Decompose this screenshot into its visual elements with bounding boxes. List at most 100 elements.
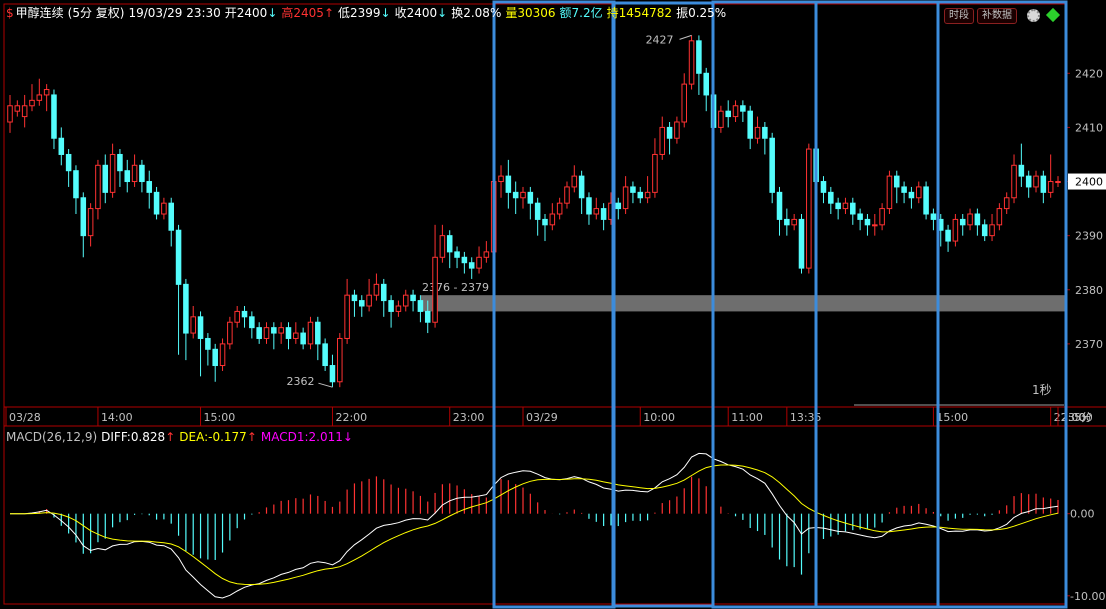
candle-body: [227, 321, 233, 345]
candle-body: [967, 213, 973, 226]
candle-body: [688, 40, 695, 85]
candle-body: [534, 202, 541, 220]
dea-line: [10, 464, 1059, 586]
candle-body: [315, 321, 321, 345]
chart-canvas: 2376 - 2379 2427 2362 2370 2380 2390 2400 2410…: [3, 0, 1106, 609]
candle-body: [762, 126, 768, 139]
candle-body: [996, 208, 1003, 226]
candle-body: [7, 105, 13, 123]
last-price-label: 2400: [1075, 176, 1103, 189]
dea-value: DEA:-0.177↑: [179, 430, 257, 444]
candle-body: [21, 105, 28, 118]
candle-body: [644, 191, 651, 199]
candle-body: [806, 148, 812, 269]
candle-body: [828, 191, 834, 204]
candle-body: [930, 213, 937, 220]
candle-body: [183, 283, 189, 334]
up-arrow-icon: ↑: [165, 430, 176, 444]
amount-value: 额7.2亿: [559, 6, 603, 20]
candle-body: [175, 229, 182, 285]
candle-body: [58, 137, 65, 155]
candle-body: [73, 170, 79, 199]
dollar-icon: $: [6, 6, 14, 20]
candle-body: [256, 327, 262, 339]
candle-body: [285, 327, 292, 339]
diff-line: [10, 452, 1059, 599]
candle-body: [842, 202, 849, 210]
period-tab: 5分: [1074, 411, 1092, 424]
candle-body: [300, 332, 306, 345]
candle-body: [696, 40, 702, 74]
candle-body: [637, 191, 644, 199]
candle-body: [212, 348, 218, 367]
diff-value: DIFF:0.828↑: [101, 430, 176, 444]
candle-body: [564, 186, 570, 204]
price-tick-label: 2410: [1075, 121, 1103, 134]
candle-body: [725, 110, 731, 118]
candle-body: [505, 175, 512, 193]
candle-body: [14, 105, 21, 112]
down-arrow-icon: ↓: [267, 6, 278, 20]
candle-body: [703, 72, 709, 96]
candle-body: [835, 202, 841, 210]
candle-body: [402, 294, 409, 307]
datetime: 19/03/29 23:30: [128, 6, 221, 20]
candle-body: [981, 224, 988, 237]
candle-body: [1003, 197, 1010, 210]
price-tick-label: 2420: [1075, 67, 1103, 80]
time-tick-label: 10:00: [643, 411, 675, 424]
candle-body: [571, 175, 578, 188]
time-tick-label: 15:00: [204, 411, 236, 424]
candle-body: [498, 175, 504, 183]
candlestick-series: 2376 - 2379 2427 2362: [7, 33, 1066, 388]
candle-body: [468, 262, 475, 269]
up-arrow-icon: ↑: [246, 430, 257, 444]
candle-body: [454, 251, 460, 258]
candle-body: [278, 327, 284, 334]
macd-tick-label: 0.00: [1070, 508, 1095, 521]
candle-body: [674, 121, 680, 139]
candle-body: [850, 202, 856, 215]
candle-body: [945, 229, 951, 242]
high-marker-label: 2427: [646, 33, 674, 46]
candle-body: [908, 191, 915, 199]
candle-body: [1025, 175, 1032, 188]
open-interest: 持1454782: [606, 6, 673, 20]
turnover-rate: 换2.08%: [451, 6, 502, 20]
candle-body: [139, 164, 145, 183]
low-value: 低2399↓: [338, 0, 391, 26]
candle-body: [784, 218, 790, 226]
candle-body: [263, 327, 270, 339]
candle-body: [1033, 175, 1039, 188]
time-tick-label: 15:00: [936, 411, 968, 424]
candle-body: [102, 164, 109, 193]
candle-body: [923, 186, 929, 215]
candle-body: [117, 153, 123, 172]
candle-body: [776, 191, 783, 220]
candle-body: [732, 105, 739, 118]
candle-body: [718, 110, 724, 128]
candle-body: [593, 208, 600, 215]
candle-body: [798, 218, 805, 269]
candle-body: [271, 327, 277, 334]
candle-body: [43, 89, 50, 96]
candle-body: [1040, 175, 1047, 193]
candle-body: [395, 305, 402, 312]
macd-title: MACD(26,12,9): [6, 430, 98, 444]
supplement-data-button[interactable]: 补数据: [977, 8, 1017, 24]
candle-body: [549, 213, 556, 226]
open-value: 开2400↓: [225, 0, 278, 26]
candle-body: [959, 218, 966, 226]
volume-value: 量30306: [505, 6, 556, 20]
candle-body: [872, 224, 878, 227]
price-tick-label: 2390: [1075, 230, 1103, 243]
candle-body: [168, 202, 175, 231]
settings-icon[interactable]: [1027, 9, 1040, 22]
price-tick-label: 2370: [1075, 338, 1103, 351]
candle-body: [359, 300, 365, 307]
candle-body: [1047, 181, 1054, 193]
candle-body: [512, 191, 519, 199]
period-select-button[interactable]: 时段: [944, 8, 974, 24]
close-value: 收2400↓: [395, 0, 448, 26]
price-band: [421, 295, 1066, 312]
